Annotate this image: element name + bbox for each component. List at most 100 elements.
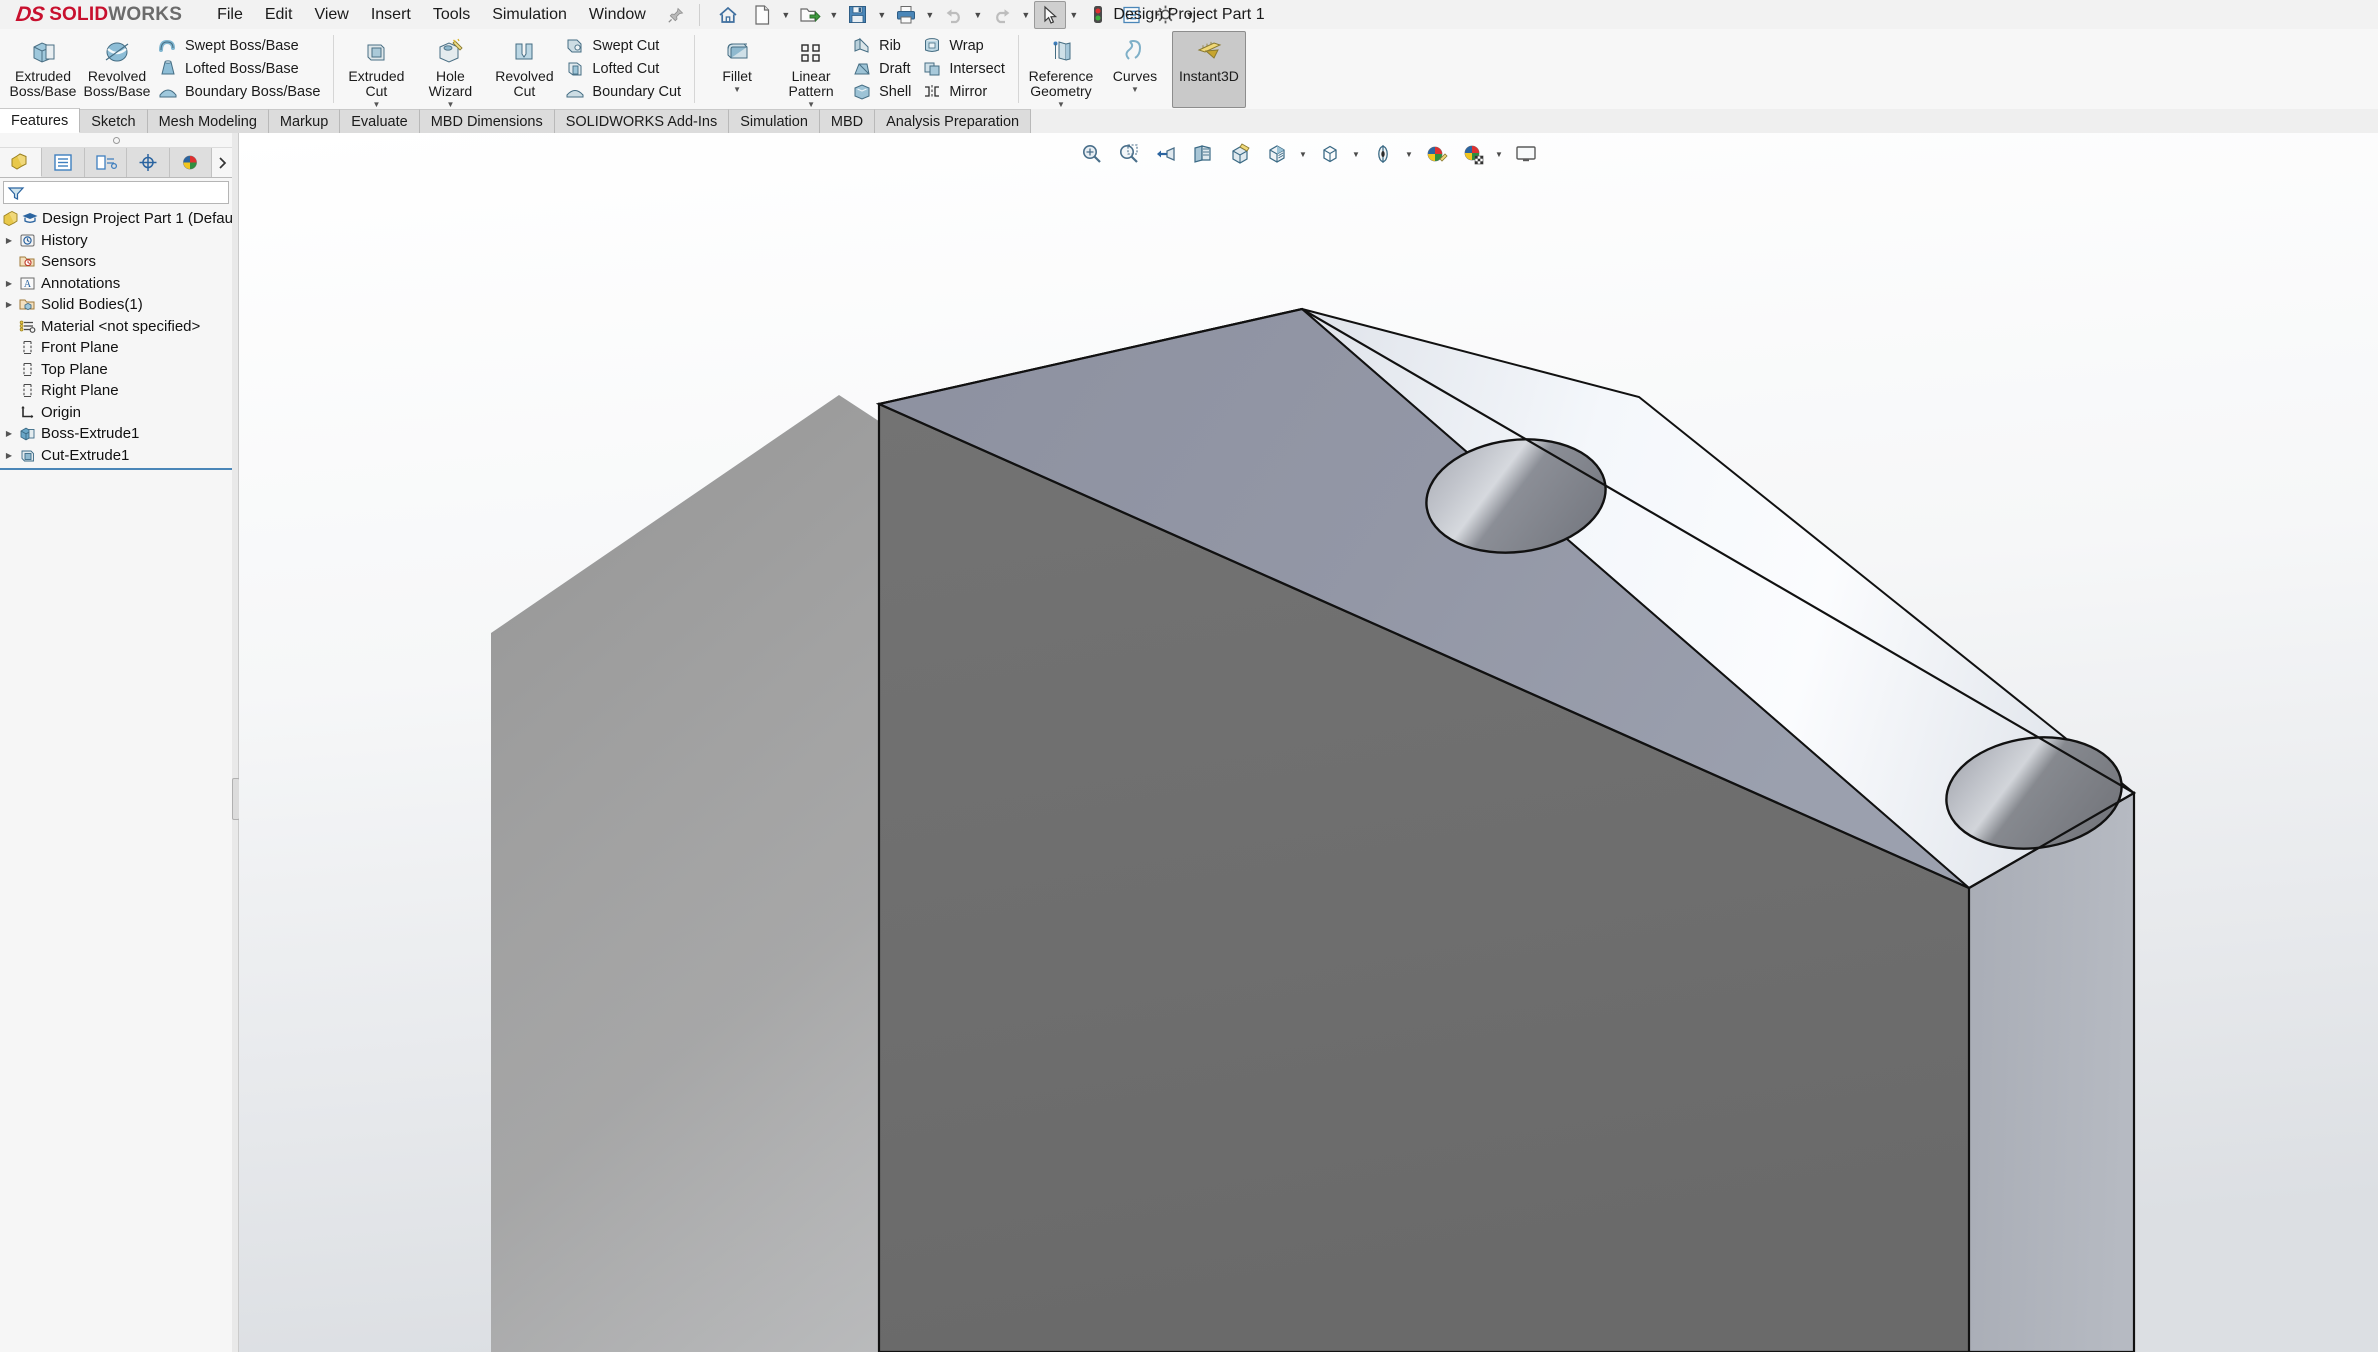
quick-access-toolbar[interactable]: ▼ ▼ ▼ ▼ ▼ ▼ ▼ ▼ (712, 0, 1196, 29)
boundary-cut-button[interactable]: Boundary Cut (561, 80, 688, 103)
tree-item-sensors[interactable]: Sensors (0, 251, 232, 273)
chevron-down-icon[interactable]: ▼ (372, 100, 380, 109)
tree-item-annotations[interactable]: ▶ A Annotations (0, 273, 232, 295)
display-manager-tab[interactable] (169, 148, 213, 177)
graphics-viewport[interactable]: ▼ ▼ ▼ ▼ (239, 133, 2378, 1352)
display-style-icon[interactable] (1260, 138, 1294, 170)
view-settings-icon[interactable] (1456, 138, 1490, 170)
zoom-to-fit-icon[interactable] (1075, 138, 1109, 170)
instant3d-button[interactable]: Instant3D (1171, 31, 1246, 108)
extruded-cut-button[interactable]: Extruded Cut ▼ (339, 31, 413, 110)
home-icon[interactable] (712, 1, 744, 29)
swept-boss-base-button[interactable]: Swept Boss/Base (154, 34, 327, 57)
fillet-button[interactable]: Fillet ▼ (700, 31, 774, 108)
rib-button[interactable]: Rib (848, 34, 918, 57)
feature-tree-filter[interactable] (3, 181, 229, 204)
settings-gear-icon[interactable] (1150, 1, 1182, 29)
menu-item-file[interactable]: File (206, 2, 254, 28)
dimxpert-manager-tab[interactable] (127, 148, 170, 177)
panel-tab-strip[interactable] (0, 148, 233, 178)
swept-cut-button[interactable]: Swept Cut (561, 34, 688, 57)
wrap-button[interactable]: Wrap (918, 34, 1012, 57)
chevron-down-icon[interactable]: ▼ (1403, 139, 1416, 169)
property-manager-tab[interactable] (42, 148, 85, 177)
menu-item-simulation[interactable]: Simulation (481, 2, 578, 28)
curves-button[interactable]: Curves ▼ (1098, 31, 1172, 108)
hole-wizard-button[interactable]: Hole Wizard ▼ (413, 31, 487, 110)
tab-mbd[interactable]: MBD (819, 109, 876, 133)
intersect-button[interactable]: Intersect (918, 57, 1012, 80)
menu-bar[interactable]: File Edit View Insert Tools Simulation W… (206, 2, 687, 28)
linear-pattern-button[interactable]: Linear Pattern ▼ (774, 31, 848, 110)
chevron-down-icon[interactable]: ▼ (1493, 139, 1506, 169)
chevron-right-icon[interactable]: ▶ (2, 429, 16, 438)
chevron-down-icon[interactable]: ▼ (780, 2, 792, 28)
command-manager-tabs[interactable]: Features Sketch Mesh Modeling Markup Eva… (0, 108, 2378, 134)
tree-item-top-plane[interactable]: Top Plane (0, 359, 232, 381)
menu-item-tools[interactable]: Tools (422, 2, 481, 28)
menu-item-insert[interactable]: Insert (360, 2, 422, 28)
tab-markup[interactable]: Markup (268, 109, 341, 133)
chevron-right-icon[interactable]: ▶ (2, 300, 16, 309)
menu-item-view[interactable]: View (303, 2, 359, 28)
chevron-down-icon[interactable]: ▼ (446, 100, 454, 109)
chevron-down-icon[interactable]: ▼ (1131, 85, 1139, 94)
chevron-down-icon[interactable]: ▼ (1068, 2, 1080, 28)
chevron-right-icon[interactable]: ▶ (2, 236, 16, 245)
extruded-boss-base-button[interactable]: Extruded Boss/Base (6, 31, 80, 108)
zoom-to-area-icon[interactable] (1112, 138, 1146, 170)
chevron-down-icon[interactable]: ▼ (1350, 139, 1363, 169)
view-orientation-icon[interactable] (1223, 138, 1257, 170)
edit-appearance-icon[interactable] (1366, 138, 1400, 170)
reference-geometry-button[interactable]: Reference Geometry ▼ (1024, 31, 1098, 110)
save-icon[interactable] (842, 1, 874, 29)
menu-item-window[interactable]: Window (578, 2, 657, 28)
undo-icon[interactable] (938, 1, 970, 29)
tree-item-history[interactable]: ▶ History (0, 230, 232, 252)
tree-item-right-plane[interactable]: Right Plane (0, 380, 232, 402)
print-icon[interactable] (890, 1, 922, 29)
model-right-side-face[interactable] (1968, 791, 2135, 1352)
chevron-down-icon[interactable]: ▼ (807, 100, 815, 109)
chevron-right-icon[interactable]: ▶ (2, 279, 16, 288)
chevron-down-icon[interactable]: ▼ (1184, 2, 1196, 28)
tab-evaluate[interactable]: Evaluate (340, 109, 420, 133)
chevron-down-icon[interactable]: ▼ (1057, 100, 1065, 109)
select-cursor-icon[interactable] (1033, 0, 1066, 29)
boundary-boss-base-button[interactable]: Boundary Boss/Base (154, 80, 327, 103)
tab-analysis-preparation[interactable]: Analysis Preparation (875, 109, 1032, 133)
mirror-button[interactable]: Mirror (918, 80, 1012, 103)
panel-splitter[interactable] (232, 133, 240, 1352)
revolved-cut-button[interactable]: Revolved Cut (487, 31, 561, 108)
chevron-right-icon[interactable]: ▶ (2, 451, 16, 460)
menu-item-edit[interactable]: Edit (254, 2, 304, 28)
section-view-icon[interactable] (1186, 138, 1220, 170)
full-screen-icon[interactable] (1509, 138, 1543, 170)
tab-sketch[interactable]: Sketch (80, 109, 148, 133)
tree-item-root[interactable]: Design Project Part 1 (Default) <<D (0, 208, 278, 230)
apply-scene-icon[interactable] (1419, 138, 1453, 170)
chevron-down-icon[interactable]: ▼ (972, 2, 984, 28)
tree-item-origin[interactable]: Origin (0, 402, 232, 424)
new-document-icon[interactable] (746, 1, 778, 29)
tree-item-cut-extrude1[interactable]: ▶ Cut-Extrude1 (0, 445, 232, 467)
tab-simulation[interactable]: Simulation (729, 109, 820, 133)
pushpin-icon[interactable] (665, 4, 687, 26)
panel-drag-handle[interactable] (0, 133, 232, 148)
open-folder-icon[interactable] (794, 1, 826, 29)
chevron-down-icon[interactable]: ▼ (828, 2, 840, 28)
shell-button[interactable]: Shell (848, 80, 918, 103)
chevron-down-icon[interactable]: ▼ (1020, 2, 1032, 28)
panel-expand-arrow[interactable] (212, 148, 233, 177)
tab-solidworks-add-ins[interactable]: SOLIDWORKS Add-Ins (554, 109, 730, 133)
lofted-boss-base-button[interactable]: Lofted Boss/Base (154, 57, 327, 80)
chevron-down-icon[interactable]: ▼ (1297, 139, 1310, 169)
revolved-boss-base-button[interactable]: Revolved Boss/Base (80, 31, 154, 108)
chevron-down-icon[interactable]: ▼ (733, 85, 741, 94)
tree-item-solid-bodies[interactable]: ▶ Solid Bodies(1) (0, 294, 232, 316)
tree-item-front-plane[interactable]: Front Plane (0, 337, 232, 359)
part-3d-model[interactable] (239, 133, 2378, 1352)
tree-item-boss-extrude1[interactable]: ▶ Boss-Extrude1 (0, 423, 232, 445)
tree-item-material[interactable]: Material <not specified> (0, 316, 232, 338)
tab-mbd-dimensions[interactable]: MBD Dimensions (419, 109, 555, 133)
